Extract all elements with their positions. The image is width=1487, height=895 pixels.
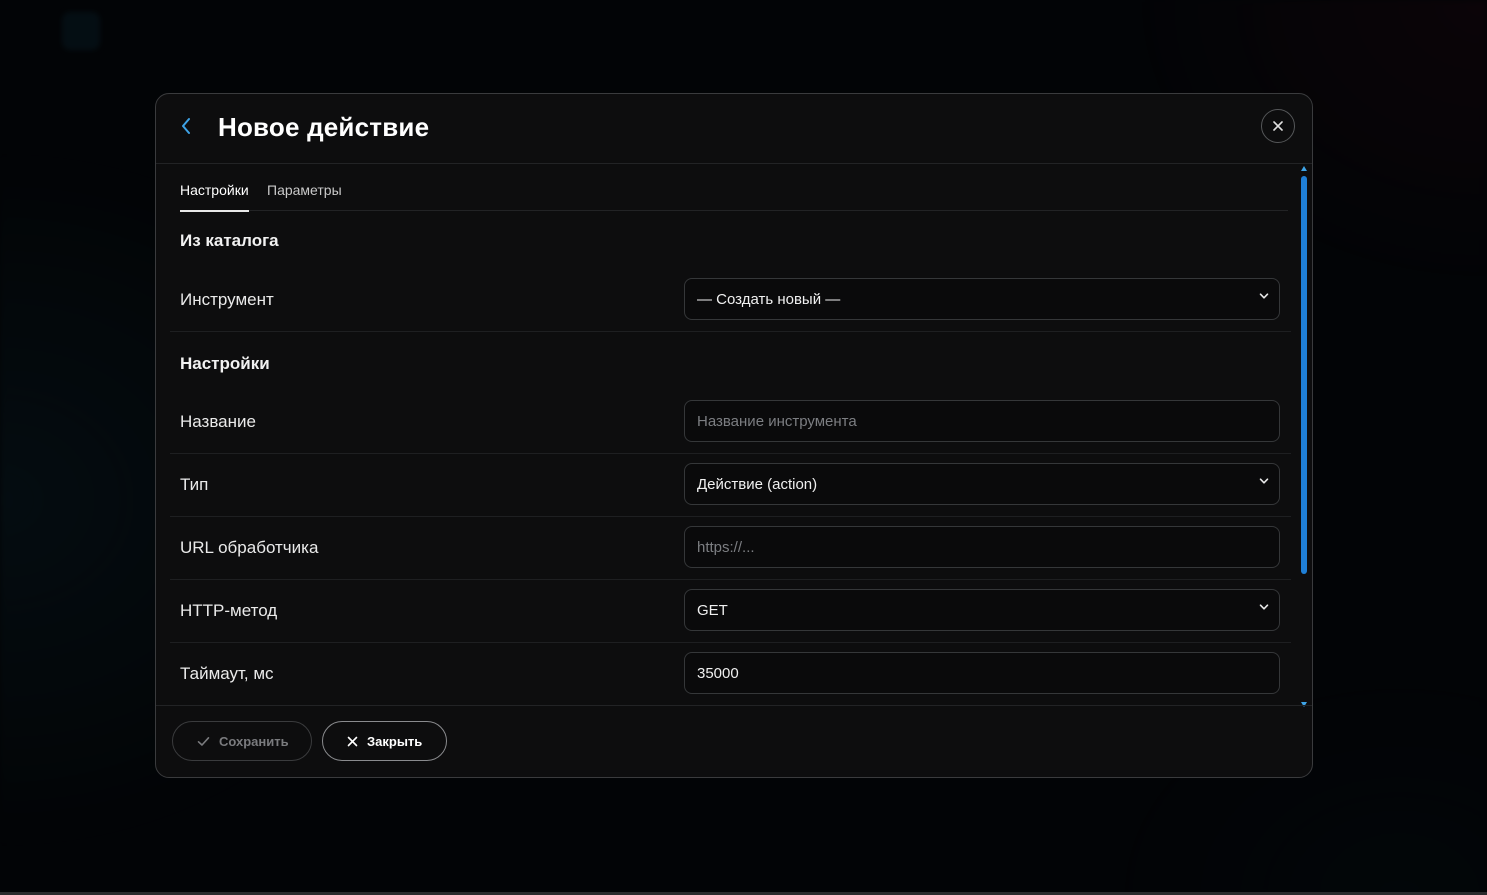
dialog-title: Новое действие: [218, 112, 430, 142]
method-label: HTTP-метод: [180, 600, 278, 620]
chevron-down-icon: [1259, 478, 1269, 484]
dialog-header: Новое действие: [156, 94, 1312, 164]
timeout-input[interactable]: 35000: [684, 652, 1280, 694]
form-row-tool: Инструмент — Создать новый —: [170, 268, 1291, 332]
close-icon: [347, 736, 358, 747]
new-action-dialog: Новое действие Настройки Параметры Из ка…: [155, 93, 1313, 778]
type-select[interactable]: Действие (action): [684, 463, 1280, 505]
name-input-placeholder: Название инструмента: [697, 412, 857, 430]
name-input[interactable]: Название инструмента: [684, 400, 1280, 442]
form-row-method: HTTP-метод GET: [170, 579, 1291, 643]
type-label: Тип: [180, 474, 209, 494]
form-row-type: Тип Действие (action): [170, 453, 1291, 517]
scroll-up-arrow[interactable]: [1301, 166, 1307, 171]
tool-label: Инструмент: [180, 289, 274, 309]
tab-settings[interactable]: Настройки: [180, 182, 249, 212]
scroll-thumb[interactable]: [1301, 176, 1307, 574]
dialog-footer: Сохранить Закрыть: [156, 705, 1312, 777]
close-icon: [1273, 121, 1283, 131]
chevron-down-icon: [1259, 604, 1269, 610]
chevron-down-icon: [1259, 293, 1269, 299]
timeout-label: Таймаут, мс: [180, 663, 274, 683]
dialog-scrollbar[interactable]: [1301, 166, 1307, 707]
close-dialog-button[interactable]: [1261, 109, 1295, 143]
tab-bar: Настройки Параметры: [180, 164, 1288, 212]
url-input-placeholder: https://...: [697, 538, 755, 556]
form-row-timeout: Таймаут, мс 35000: [170, 642, 1291, 706]
method-select-value: GET: [697, 601, 728, 619]
section-title-settings: Настройки: [180, 354, 270, 373]
method-select[interactable]: GET: [684, 589, 1280, 631]
section-title-catalog: Из каталога: [180, 231, 279, 250]
back-button[interactable]: [180, 116, 202, 140]
form-row-name: Название Название инструмента: [170, 390, 1291, 454]
save-button[interactable]: Сохранить: [172, 721, 312, 761]
url-input[interactable]: https://...: [684, 526, 1280, 568]
check-icon: [197, 736, 210, 747]
type-select-value: Действие (action): [697, 475, 818, 493]
tool-select-value: — Создать новый —: [697, 290, 841, 308]
url-label: URL обработчика: [180, 537, 319, 557]
save-button-label: Сохранить: [219, 733, 289, 749]
name-label: Название: [180, 411, 256, 431]
close-button-label: Закрыть: [367, 733, 423, 749]
form-row-url: URL обработчика https://...: [170, 516, 1291, 580]
tab-parameters[interactable]: Параметры: [267, 182, 342, 210]
chevron-left-icon: [182, 118, 190, 134]
close-button[interactable]: Закрыть: [322, 721, 447, 761]
timeout-input-value: 35000: [697, 664, 739, 682]
dialog-body[interactable]: Настройки Параметры Из каталога Инструме…: [156, 164, 1312, 708]
tool-select[interactable]: — Создать новый —: [684, 278, 1280, 320]
